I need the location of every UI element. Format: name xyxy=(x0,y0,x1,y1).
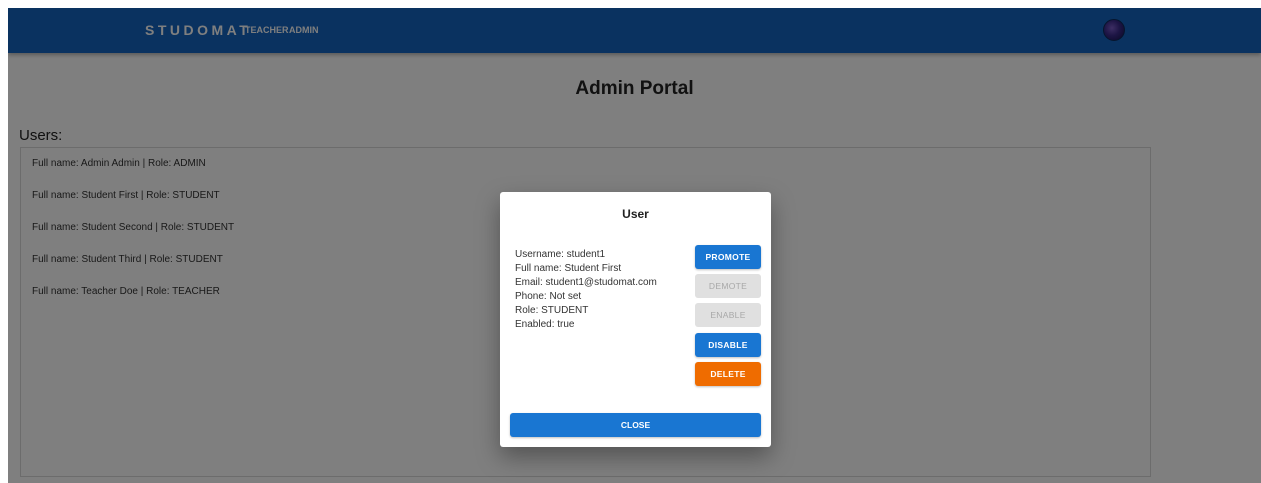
info-phone: Phone: Not set xyxy=(515,291,582,302)
info-full-name: Full name: Student First xyxy=(515,263,622,274)
info-username: Username: student1 xyxy=(515,249,606,260)
disable-button[interactable]: DISABLE xyxy=(695,333,761,357)
info-enabled: Enabled: true xyxy=(515,319,575,330)
delete-button[interactable]: DELETE xyxy=(695,362,761,386)
info-email: Email: student1@studomat.com xyxy=(515,277,657,288)
info-role: Role: STUDENT xyxy=(515,305,589,316)
enable-button: ENABLE xyxy=(695,303,761,327)
promote-button[interactable]: PROMOTE xyxy=(695,245,761,269)
demote-button: DEMOTE xyxy=(695,274,761,298)
close-button[interactable]: CLOSE xyxy=(510,413,761,437)
app-window: STUDOMAT TEACHER ADMIN Admin Portal User… xyxy=(8,8,1261,483)
dialog-title: User xyxy=(622,207,649,221)
user-dialog: User Username: student1 Full name: Stude… xyxy=(500,192,771,447)
